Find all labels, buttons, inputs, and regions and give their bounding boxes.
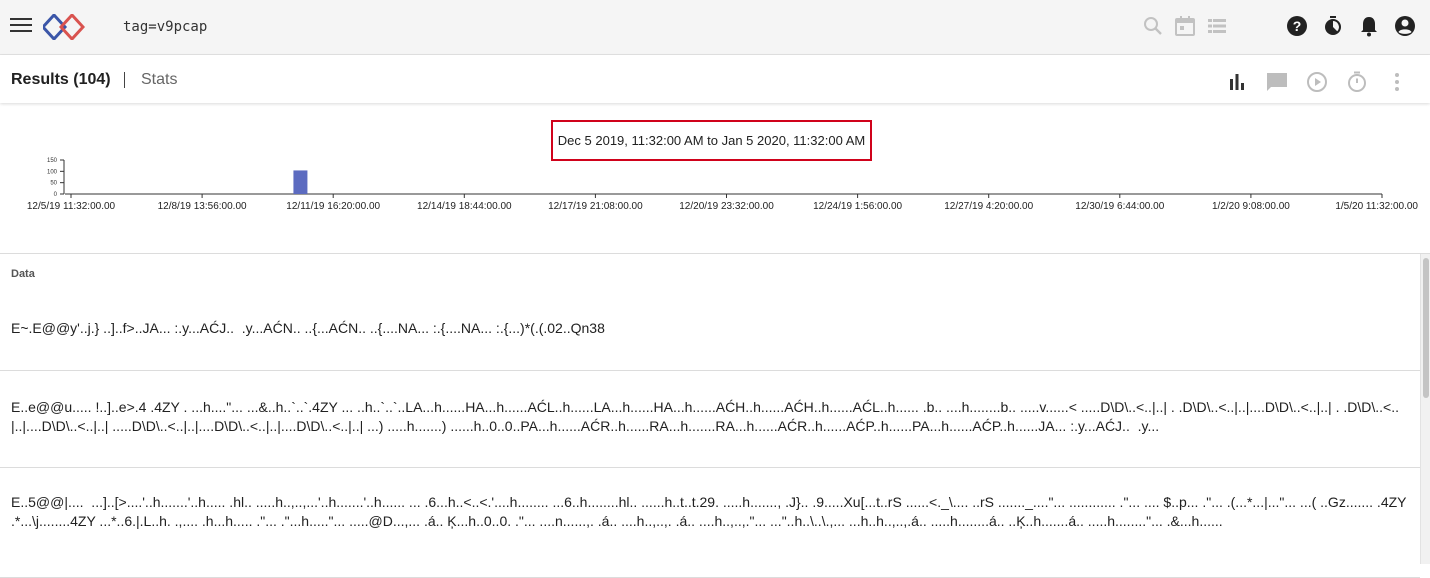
y-tick-label: 50 [50,181,57,187]
y-tick-label: 0 [54,192,58,198]
x-tick-label: 12/14/19 18:44:00.00 [417,201,512,212]
x-tick-label: 12/11/19 16:20:00.00 [286,201,380,212]
scrollbar[interactable] [1420,254,1430,564]
histogram-bar[interactable] [293,170,308,194]
list-icon[interactable] [1205,14,1229,38]
x-tick-label: 12/5/19 11:32:00.00 [27,201,116,212]
gravwell-logo[interactable] [43,14,85,40]
results-bar: Results (104) Stats [0,55,1430,103]
top-bar: tag=v9pcap ? [0,0,1430,55]
x-tick-label: 12/30/19 6:44:00.00 [1075,201,1164,212]
timeline-chart[interactable]: 150 100 50 0 12/5/19 11:32:00.00 12/8/19 13:5… [0,150,1430,216]
x-tick-label: 12/27/19 4:20:00.00 [944,201,1033,212]
more-vert-icon[interactable] [1385,70,1409,94]
x-tick-label: 12/24/19 1:56:00.00 [813,201,902,212]
data-column-header: Data [11,268,35,280]
notifications-icon[interactable] [1357,14,1381,38]
account-icon[interactable] [1393,14,1417,38]
y-tick-label: 100 [47,169,58,175]
divider [0,253,1430,254]
search-icon[interactable] [1141,14,1165,38]
tab-results[interactable]: Results (104) [11,71,111,89]
stopwatch-icon[interactable] [1345,70,1369,94]
help-icon[interactable]: ? [1285,14,1309,38]
calendar-icon[interactable] [1173,14,1197,38]
x-tick-label: 1/2/20 9:08:00.00 [1212,201,1290,212]
play-icon[interactable] [1305,70,1329,94]
scrollbar-thumb[interactable] [1423,258,1429,398]
tab-separator [124,72,125,88]
list-item[interactable]: E..e@@u..... !..]..e>.4 .4ZY . ...h...."… [0,371,1420,468]
list-item[interactable]: E~.E@@y'..j.} ..]..f>..JA... :.y...AĆJ..… [0,290,1420,371]
results-list: E~.E@@y'..j.} ..]..f>..JA... :.y...AĆJ..… [0,290,1420,578]
x-tick-label: 1/5/20 11:32:00.00 [1335,201,1418,212]
x-tick-label: 12/17/19 21:08:00.00 [548,201,643,212]
x-tick-label: 12/8/19 13:56:00.00 [158,201,247,212]
bar-chart-icon[interactable] [1225,70,1249,94]
svg-text:?: ? [1293,18,1302,34]
x-tick-label: 12/20/19 23:32:00.00 [679,201,774,212]
menu-icon[interactable] [10,17,32,33]
query-text[interactable]: tag=v9pcap [123,19,207,35]
list-item[interactable]: E..5@@|.... ...]..[>....'..h.......'..h.… [0,468,1420,578]
y-tick-label: 150 [47,158,58,164]
timer-icon[interactable] [1321,14,1345,38]
tab-stats[interactable]: Stats [141,71,177,89]
comment-icon[interactable] [1265,70,1289,94]
